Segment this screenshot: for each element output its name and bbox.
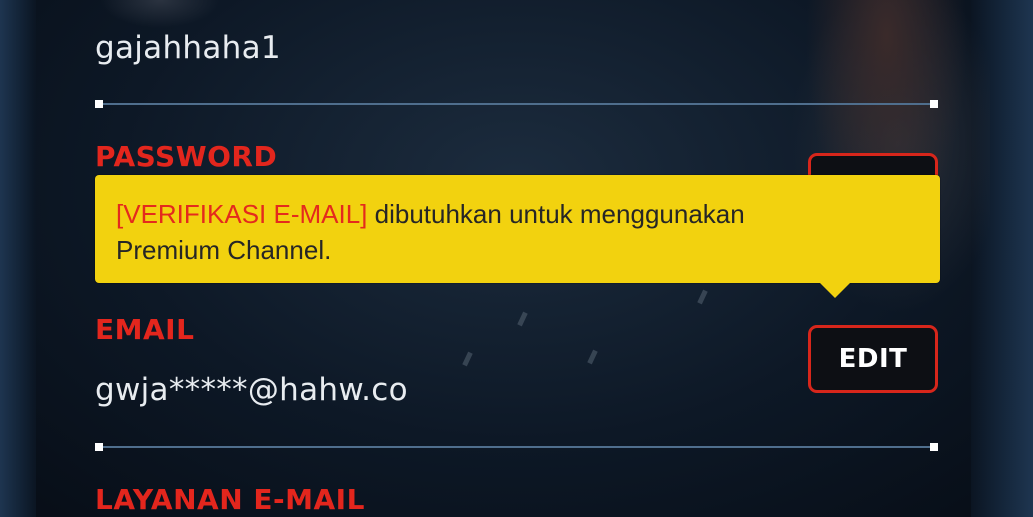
email-verification-tooltip: [VERIFIKASI E-MAIL] dibutuhkan untuk men… <box>95 175 940 283</box>
tooltip-line-2: Premium Channel. <box>116 235 332 265</box>
password-label: PASSWORD <box>95 140 278 173</box>
character-art-top <box>100 0 220 28</box>
email-edit-button[interactable]: EDIT <box>808 325 938 393</box>
left-panel-edge <box>0 0 36 517</box>
tooltip-line-1: [VERIFIKASI E-MAIL] dibutuhkan untuk men… <box>116 196 940 232</box>
email-service-label: LAYANAN E-MAIL <box>95 483 365 516</box>
tooltip-tag: [VERIFIKASI E-MAIL] <box>116 199 368 229</box>
email-label: EMAIL <box>95 313 195 346</box>
username-divider <box>95 100 938 108</box>
tooltip-message: dibutuhkan untuk menggunakan <box>367 199 745 229</box>
tooltip-pointer <box>820 283 850 298</box>
email-value: gwja*****@hahw.co <box>95 372 408 408</box>
username-value: gajahhaha1 <box>95 30 281 66</box>
email-divider <box>95 443 938 451</box>
